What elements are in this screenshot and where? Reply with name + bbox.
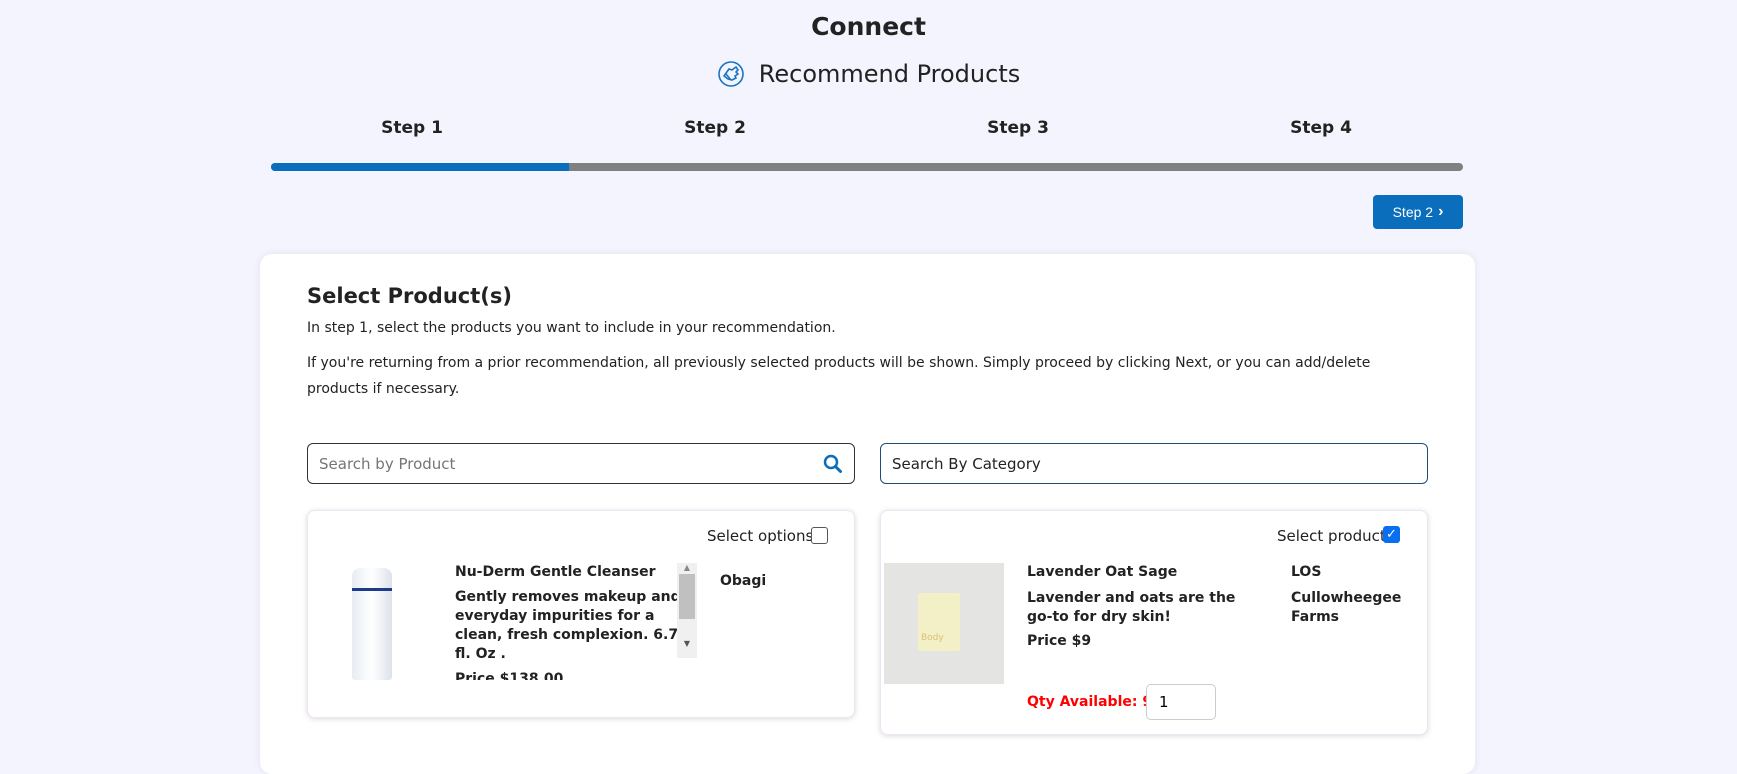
thumbs-up-icon [717,61,744,87]
product-description-scroll[interactable]: Gently removes makeup and everyday impur… [455,588,685,680]
app-title: Connect [811,12,926,41]
select-options-checkbox[interactable] [811,527,828,544]
product-price: Price $9 [1027,633,1092,649]
product-code: LOS [1291,564,1322,580]
next-step-button[interactable]: Step 2 › [1373,195,1463,229]
next-step-label: Step 2 [1392,204,1434,220]
search-product-field[interactable] [307,443,855,484]
product-price: Price $138.00 [455,671,564,680]
product-image-cleanser [352,568,392,680]
product-brand: Cullowheegee Farms [1291,590,1402,625]
select-product-label: Select product [1277,527,1386,545]
search-product-input[interactable] [319,454,799,473]
qty-available: Qty Available: 99 [1027,694,1162,710]
step-1[interactable]: Step 1 [352,118,472,138]
select-options-label: Select options [707,527,814,545]
page-subtitle: Recommend Products [0,60,1737,88]
quantity-input[interactable] [1146,684,1216,720]
product-name: Nu-Derm Gentle Cleanser [455,564,656,580]
product-name: Lavender Oat Sage [1027,564,1178,580]
subtitle-text: Recommend Products [758,60,1021,88]
progress-fill [271,163,569,171]
section-title: Select Product(s) [307,284,512,308]
search-category-select[interactable]: Search By Category [880,443,1428,484]
search-icon[interactable] [823,454,843,474]
product-description: Lavender and oats are the go-to for dry … [1027,590,1236,625]
step-2[interactable]: Step 2 [655,118,775,138]
scrollbar[interactable]: ▲ ▼ [677,563,697,658]
chevron-right-icon: › [1438,203,1444,220]
step-4[interactable]: Step 4 [1261,118,1381,138]
soap-image-label: Body [918,593,960,651]
step-3[interactable]: Step 3 [958,118,1078,138]
section-intro: In step 1, select the products you want … [307,320,836,336]
product-image-soap: Body [884,563,1004,684]
product-description: Gently removes makeup and everyday impur… [455,589,681,662]
product-brand: Obagi [720,573,767,589]
select-product-checkbox[interactable]: ✓ [1383,526,1400,543]
progress-bar [271,163,1463,171]
section-note: If you're returning from a prior recomme… [307,355,1371,397]
